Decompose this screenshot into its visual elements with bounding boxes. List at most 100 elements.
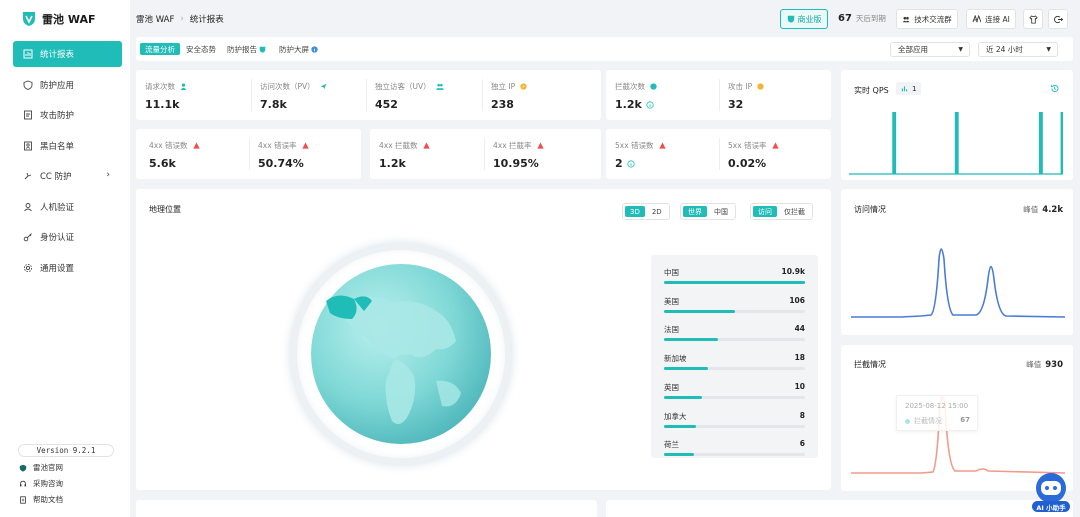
caret-down-icon: ▼ (1046, 46, 1051, 53)
tab-report[interactable]: 防护报告 (222, 43, 271, 55)
stats-5xx-card: 5xx 错误数 2 5xx 错误率 0.02% (606, 129, 831, 179)
country-name: 新加坡 (664, 354, 687, 364)
toggle-2d[interactable]: 2D (647, 206, 667, 217)
footer-link-purchase[interactable]: 采购咨询 (19, 478, 63, 489)
shield-icon (19, 464, 27, 472)
qps-card: 实时 QPS 1 (841, 70, 1073, 180)
divider (366, 79, 367, 111)
country-value: 6 (799, 439, 805, 449)
country-bar-fill (664, 281, 805, 284)
visits-line (851, 248, 1065, 318)
sidebar-item-label: 黑白名单 (40, 141, 75, 152)
ai-assistant-button[interactable]: AI 小助手 (1032, 472, 1070, 512)
tab-label: 流量分析 (145, 44, 175, 54)
breadcrumb-root[interactable]: 雷池 WAF (136, 13, 174, 25)
tab-security[interactable]: 安全态势 (181, 43, 221, 55)
toggle-china[interactable]: 中国 (709, 206, 733, 217)
toggle-visit[interactable]: 访问 (753, 206, 777, 217)
sidebar-item-settings[interactable]: 通用设置 (13, 255, 122, 281)
stat-value: 50.74% (258, 157, 304, 170)
info-icon (311, 45, 318, 53)
breadcrumb-current: 统计报表 (189, 15, 224, 25)
qps-badge-value: 1 (912, 84, 917, 93)
app-logo[interactable]: 雷池 WAF (22, 11, 96, 27)
stat-label: 独立 IP (491, 82, 516, 91)
user-icon (180, 83, 187, 90)
info-icon[interactable] (627, 159, 635, 168)
stat-value: 11.1k (145, 98, 180, 111)
warning-icon (658, 142, 666, 149)
app-select[interactable]: 全部应用 ▼ (890, 42, 970, 57)
sidebar-item-attack[interactable]: 攻击防护 (13, 102, 122, 128)
visits-title: 访问情况 (854, 205, 886, 214)
safeline-logo-icon (23, 12, 35, 26)
footer-link-label: 帮助文档 (33, 495, 63, 504)
sidebar-nav: 统计报表 防护应用 攻击防护 黑白名单 CC 防护 › 人机验证 身份认证 通用… (13, 41, 122, 285)
sidebar-item-label: CC 防护 (40, 172, 72, 182)
stat-value: 452 (375, 98, 398, 111)
country-value: 10 (794, 381, 805, 391)
users-icon (435, 83, 444, 90)
country-bar-track (664, 424, 805, 428)
country-value: 8 (799, 410, 805, 420)
shirt-button[interactable] (1023, 9, 1043, 29)
stat-label: 拦截次数 (615, 82, 645, 91)
footer-link-docs[interactable]: 帮助文档 (19, 494, 63, 505)
logout-button[interactable] (1048, 9, 1068, 29)
sidebar-item-label: 人机验证 (40, 202, 75, 213)
attack-stats-card: 拦截次数 1.2k 攻击 IP 32 (606, 70, 831, 120)
tech-group-label: 技术交流群 (914, 14, 952, 24)
country-name: 法国 (664, 325, 679, 335)
tab-dashboard[interactable]: 防护大屏 (274, 43, 323, 55)
top-bar: 雷池 WAF › 统计报表 商业版 67 天后到期 技术交流群 连接 AI (130, 0, 1080, 37)
stat-label: 5xx 错误数 (615, 141, 654, 150)
sidebar-item-cc[interactable]: CC 防护 › (13, 163, 122, 189)
globe-map[interactable] (276, 231, 526, 481)
divider (719, 138, 720, 170)
warning-icon (192, 142, 200, 149)
country-name: 中国 (664, 268, 679, 277)
sidebar-item-captcha[interactable]: 人机验证 (13, 194, 122, 220)
tab-label: 防护报告 (227, 44, 257, 54)
warning-icon (536, 142, 544, 149)
footer-link-website[interactable]: 雷池官网 (19, 462, 63, 473)
geo-card: 地理位置 3D 2D 世界 中国 访问 仅拦截 中国 10.9k 美国 106 … (136, 189, 831, 490)
country-value: 10.9k (781, 267, 806, 276)
stat-blocked: 拦截次数 1.2k (615, 81, 657, 111)
country-bar-track (664, 367, 805, 371)
send-icon (320, 83, 326, 90)
sidebar-item-stats[interactable]: 统计报表 (13, 41, 122, 67)
toggle-world[interactable]: 世界 (683, 206, 707, 217)
range-select[interactable]: 近 24 小时 ▼ (978, 42, 1058, 57)
traffic-stats-card: 请求次数 11.1k 访问次数（PV） 7.8k 独立访客（UV） 452 独立… (136, 70, 601, 120)
list-icon (23, 141, 33, 151)
tab-traffic[interactable]: 流量分析 (140, 43, 180, 55)
visits-card: 访问情况 峰值 4.2k (841, 189, 1073, 335)
country-row: 英国 10 (664, 381, 805, 399)
edition-badge[interactable]: 商业版 (780, 9, 828, 29)
qps-bar (892, 112, 897, 174)
country-row: 美国 106 (664, 296, 805, 313)
region-toggle: 世界 中国 (680, 203, 736, 220)
chevron-right-icon: › (180, 14, 184, 24)
warning-icon (422, 142, 430, 149)
country-row: 中国 10.9k (664, 267, 806, 284)
qps-title: 实时 QPS (854, 86, 889, 95)
info-icon[interactable] (646, 100, 654, 109)
toggle-3d[interactable]: 3D (625, 206, 645, 217)
history-icon[interactable] (1050, 84, 1059, 93)
connect-ai-button[interactable]: 连接 AI (966, 9, 1016, 29)
sidebar-item-lists[interactable]: 黑白名单 (13, 133, 122, 159)
country-value: 44 (794, 324, 805, 334)
stat-label: 独立访客（UV） (375, 82, 431, 91)
footer-link-label: 采购咨询 (33, 479, 63, 488)
divider (719, 79, 720, 111)
stat-4xx-error-rate: 4xx 错误率 50.74% (258, 140, 309, 170)
sidebar-item-auth[interactable]: 身份认证 (13, 224, 122, 250)
sidebar-item-apps[interactable]: 防护应用 (13, 72, 122, 98)
connect-ai-label: 连接 AI (985, 14, 1010, 24)
toggle-blocked-only[interactable]: 仅拦截 (779, 206, 810, 217)
country-bar-fill (664, 453, 694, 457)
stat-label: 4xx 拦截率 (493, 141, 532, 150)
tech-group-button[interactable]: 技术交流群 (896, 9, 958, 29)
